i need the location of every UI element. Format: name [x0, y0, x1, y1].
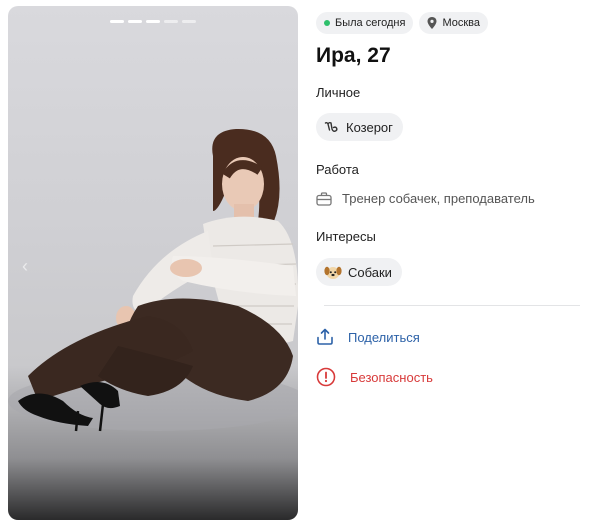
photo-pager-dot[interactable] — [182, 20, 196, 23]
divider — [324, 305, 580, 306]
capricorn-icon — [324, 121, 338, 132]
section-personal-label: Личное — [316, 85, 361, 100]
work-label: Тренер собачек, преподаватель — [342, 191, 535, 206]
section-work-label: Работа — [316, 162, 359, 177]
status-row: Была сегодня Москва — [316, 12, 586, 34]
photo-pager — [8, 20, 298, 23]
interest-chip[interactable]: Собаки — [316, 258, 402, 286]
zodiac-chip[interactable]: Козерог — [316, 113, 403, 141]
city-badge: Москва — [419, 12, 488, 34]
share-button[interactable]: Поделиться — [316, 328, 420, 346]
photo-pager-dot[interactable] — [146, 20, 160, 23]
dog-emoji-icon — [324, 266, 342, 279]
location-pin-icon — [427, 17, 437, 29]
online-status-label: Была сегодня — [335, 17, 406, 29]
person-photo-illustration — [8, 128, 298, 432]
photo-pager-dot[interactable] — [164, 20, 178, 23]
alert-circle-icon — [316, 367, 336, 387]
briefcase-icon — [316, 191, 332, 206]
safety-button[interactable]: Безопасность — [316, 367, 433, 387]
photo-pager-dot[interactable] — [128, 20, 142, 23]
profile-info: Была сегодня Москва Ира, 27 Личное Козер… — [316, 12, 586, 387]
work-item: Тренер собачек, преподаватель — [316, 191, 535, 206]
share-label: Поделиться — [348, 329, 420, 345]
online-status-badge: Была сегодня — [316, 12, 414, 34]
profile-name-age: Ира, 27 — [316, 44, 391, 67]
online-dot-icon — [324, 20, 330, 26]
interest-label: Собаки — [348, 264, 392, 280]
share-icon — [317, 328, 333, 345]
city-label: Москва — [442, 17, 480, 29]
photo-pager-dot[interactable] — [110, 20, 124, 23]
profile-photo[interactable]: ‹ — [8, 6, 298, 520]
safety-label: Безопасность — [350, 369, 433, 385]
section-interests-label: Интересы — [316, 229, 376, 244]
prev-photo-icon[interactable]: ‹ — [22, 256, 28, 277]
zodiac-label: Козерог — [346, 119, 393, 135]
